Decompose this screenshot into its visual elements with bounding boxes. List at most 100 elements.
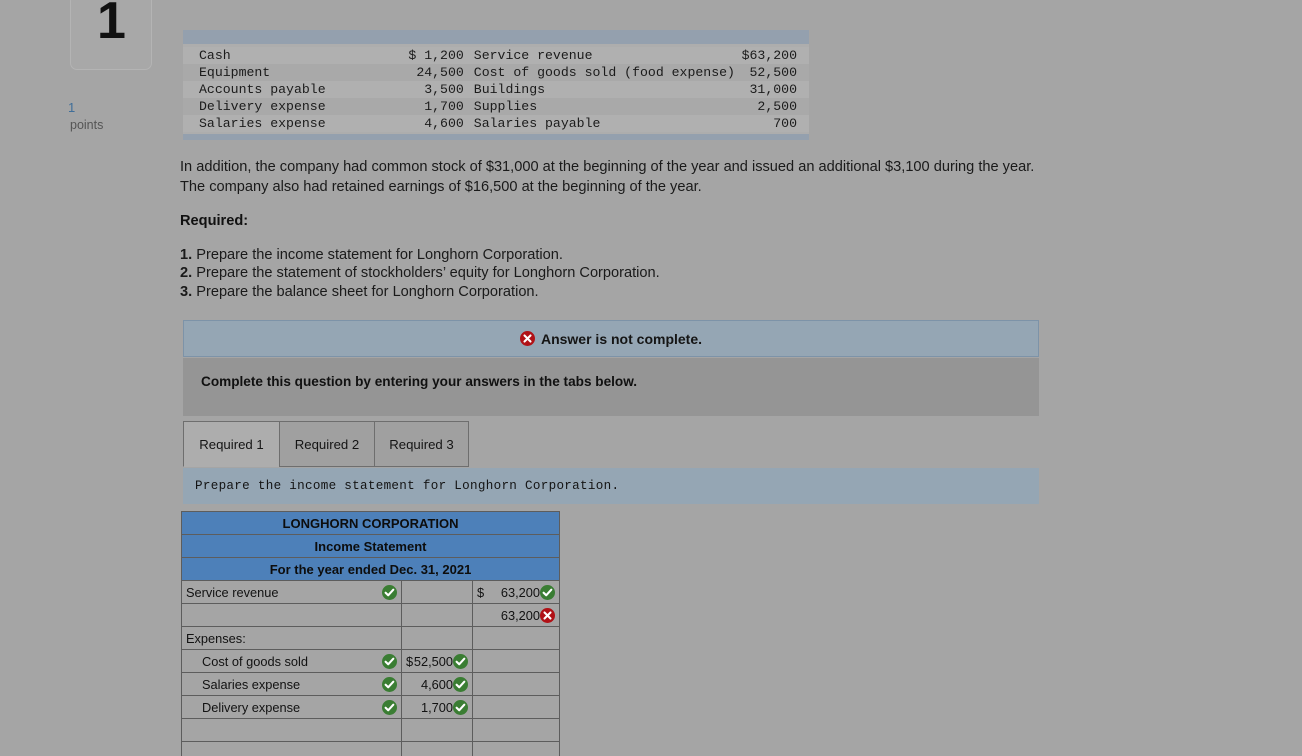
tab-label: Required 3: [389, 436, 454, 452]
is-label-cell[interactable]: [181, 741, 402, 756]
additional-info-line-2: The company also had retained earnings o…: [180, 178, 702, 195]
is-right-amount-cell[interactable]: [471, 649, 561, 673]
tb-amount-left: 3,500: [388, 81, 464, 98]
is-mid-amount-cell[interactable]: [401, 718, 473, 742]
tb-amount-left: $ 1,200: [388, 47, 464, 64]
requirements-list: 1. Prepare the income statement for Long…: [180, 246, 660, 301]
complete-question-panel: Complete this question by entering your …: [183, 358, 1039, 416]
error-x-icon: [519, 331, 535, 346]
tb-account-left: Equipment: [183, 64, 389, 81]
correct-check-icon: [453, 653, 468, 669]
is-right-value: 63,200: [500, 584, 541, 600]
requirement-tabs: Required 1 Required 2 Required 3: [183, 421, 1039, 468]
correct-check-icon: [382, 699, 397, 715]
is-mid-value: 4,600: [420, 676, 453, 692]
is-mid-currency: $: [406, 653, 414, 669]
is-label-text: Delivery expense: [202, 699, 301, 715]
tab-label: Required 2: [294, 436, 360, 452]
tb-amount-right: 2,500: [734, 98, 809, 115]
tab-required-3[interactable]: Required 3: [374, 421, 469, 467]
is-mid-amount-cell[interactable]: 1,700: [401, 695, 473, 719]
is-label-cell[interactable]: Cost of goods sold: [181, 649, 402, 673]
is-mid-amount-cell[interactable]: [401, 741, 473, 756]
tb-account-right: Supplies: [463, 98, 735, 115]
tb-account-right: Cost of goods sold (food expense): [463, 64, 735, 81]
is-label-text: Service revenue: [186, 584, 279, 600]
income-statement-row: Service revenue $63,200: [181, 580, 561, 604]
income-statement-row: [181, 718, 561, 742]
is-right-amount-cell[interactable]: $63,200: [471, 580, 561, 604]
statement-name-header: Income Statement: [180, 534, 561, 558]
trial-balance-table: Cash $ 1,200 Service revenue $63,200 Equipme…: [183, 47, 809, 132]
requirement-item: 3. Prepare the balance sheet for Longhor…: [180, 283, 660, 301]
income-statement-worksheet: LONGHORN CORPORATION Income Statement Fo…: [180, 511, 561, 756]
tb-account-right: Salaries payable: [463, 115, 735, 132]
income-statement-title-row-3: For the year ended Dec. 31, 2021: [180, 557, 561, 581]
requirement-number: 2.: [180, 265, 197, 282]
requirement-text: Prepare the balance sheet for Longhorn C…: [196, 283, 539, 300]
is-mid-value: 52,500: [413, 653, 453, 669]
complete-question-text: Complete this question by entering your …: [201, 374, 638, 389]
is-label-cell[interactable]: [181, 718, 402, 742]
tb-account-left: Salaries expense: [183, 115, 389, 132]
tb-amount-left: 4,600: [388, 115, 464, 132]
income-statement-title-row-2: Income Statement: [180, 534, 561, 558]
points-value: 1: [68, 100, 76, 115]
company-name-header: LONGHORN CORPORATION: [180, 511, 561, 535]
additional-info-line-1: In addition, the company had common stoc…: [180, 159, 1035, 175]
trial-balance-row: Cash $ 1,200 Service revenue $63,200: [183, 47, 809, 64]
tab-required-1[interactable]: Required 1: [183, 421, 280, 467]
is-label-cell[interactable]: [181, 603, 402, 627]
is-mid-amount-cell[interactable]: [401, 580, 473, 604]
is-label-text: Expenses:: [186, 630, 246, 646]
is-right-amount-cell[interactable]: [471, 741, 561, 756]
tb-amount-right: 31,000: [734, 81, 809, 98]
trial-balance-bottom-bar: [183, 134, 809, 140]
is-mid-amount-cell[interactable]: [401, 626, 473, 650]
is-mid-value: 1,700: [420, 699, 453, 715]
trial-balance-block: Cash $ 1,200 Service revenue $63,200 Equipme…: [183, 30, 809, 140]
incorrect-x-icon: [540, 607, 556, 623]
tab-label: Required 1: [199, 436, 264, 452]
is-mid-amount-cell[interactable]: $52,500: [401, 649, 473, 673]
is-mid-amount-cell[interactable]: 4,600: [401, 672, 473, 696]
is-label-text: Cost of goods sold: [202, 653, 308, 669]
correct-check-icon: [540, 584, 556, 600]
is-mid-amount-cell[interactable]: [401, 603, 473, 627]
income-statement-title-row-1: LONGHORN CORPORATION: [180, 511, 561, 535]
is-label-cell[interactable]: Expenses:: [181, 626, 402, 650]
tb-amount-right: 700: [734, 115, 809, 132]
is-right-currency: $: [477, 584, 485, 600]
income-statement-row: Delivery expense 1,700: [181, 695, 561, 719]
tab-required-2[interactable]: Required 2: [279, 421, 375, 467]
income-statement-row: Cost of goods sold $52,500: [181, 649, 561, 673]
is-right-value: 63,200: [500, 607, 541, 623]
tb-amount-right: $63,200: [734, 47, 809, 64]
requirement-instruction-text: Prepare the income statement for Longhor…: [195, 479, 620, 493]
requirement-instruction-bar: Prepare the income statement for Longhor…: [183, 468, 1039, 504]
tb-amount-left: 24,500: [388, 64, 464, 81]
correct-check-icon: [382, 653, 397, 669]
tb-account-left: Cash: [183, 47, 389, 64]
correct-check-icon: [382, 584, 397, 600]
tb-amount-left: 1,700: [388, 98, 464, 115]
is-right-amount-cell[interactable]: [471, 672, 561, 696]
required-heading: Required:: [180, 213, 249, 229]
is-label-cell[interactable]: Service revenue: [181, 580, 402, 604]
trial-balance-row: Delivery expense 1,700 Supplies 2,500: [183, 98, 809, 115]
requirement-number: 1.: [180, 247, 197, 263]
correct-check-icon: [382, 676, 397, 692]
is-label-cell[interactable]: Salaries expense: [181, 672, 402, 696]
is-right-amount-cell[interactable]: [471, 695, 561, 719]
is-label-cell[interactable]: Delivery expense: [181, 695, 402, 719]
requirement-text: Prepare the statement of stockholders’ e…: [196, 265, 660, 282]
correct-check-icon: [453, 699, 468, 715]
tb-account-right: Buildings: [463, 81, 735, 98]
tb-account-right: Service revenue: [463, 47, 735, 64]
is-right-amount-cell[interactable]: [471, 626, 561, 650]
income-statement-table: LONGHORN CORPORATION Income Statement Fo…: [180, 511, 561, 756]
trial-balance-row: Accounts payable 3,500 Buildings 31,000: [183, 81, 809, 98]
is-right-amount-cell[interactable]: 63,200: [471, 603, 561, 627]
tb-account-left: Delivery expense: [183, 98, 389, 115]
is-right-amount-cell[interactable]: [471, 718, 561, 742]
